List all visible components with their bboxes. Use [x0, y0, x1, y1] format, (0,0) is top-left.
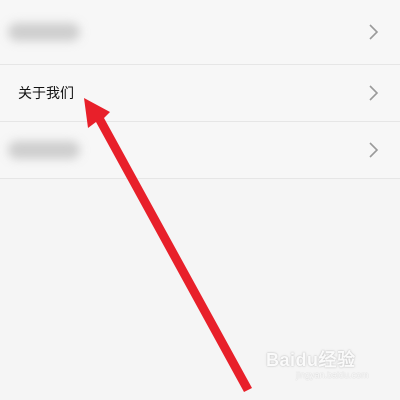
settings-row-blurred-1[interactable]: [0, 0, 400, 65]
blurred-label: [8, 22, 80, 41]
settings-row-about-us[interactable]: 关于我们: [0, 65, 400, 122]
settings-list: 关于我们: [0, 0, 400, 179]
chevron-right-icon: [369, 23, 379, 40]
baidu-watermark: Baidu经验 jingyan.baidu.com: [258, 344, 378, 388]
watermark-url: jingyan.baidu.com: [296, 370, 369, 380]
chevron-right-icon: [369, 142, 379, 158]
chevron-right-icon: [369, 85, 379, 101]
settings-row-blurred-2[interactable]: [0, 122, 400, 179]
blurred-label: [8, 141, 80, 159]
watermark-brand: Baidu经验: [266, 350, 356, 370]
about-us-label: 关于我们: [18, 85, 74, 101]
